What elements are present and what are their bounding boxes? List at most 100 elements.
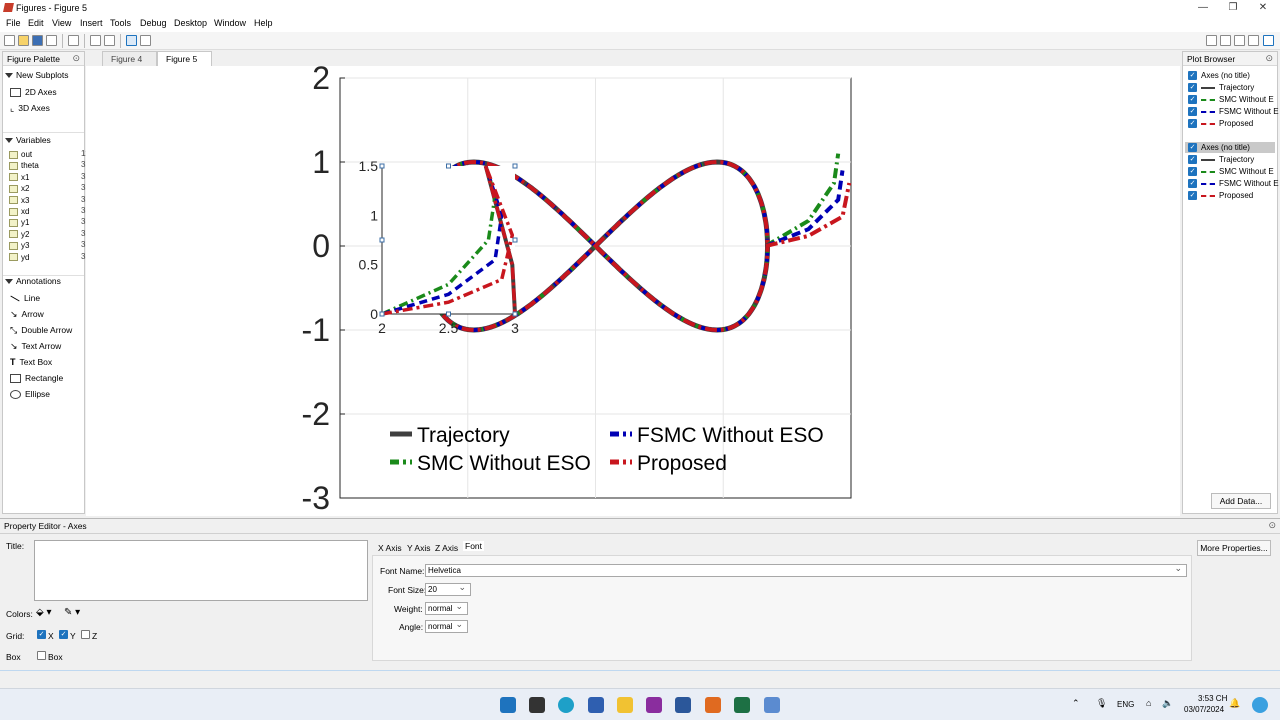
plot-browser-series[interactable]: ✓ SMC Without E (1188, 94, 1274, 105)
copilot-icon[interactable] (1252, 697, 1268, 713)
volume-icon[interactable]: 🔈 (1162, 698, 1173, 709)
menu-debug[interactable]: Debug (140, 18, 167, 28)
section-annotations[interactable]: Annotations (5, 276, 61, 288)
excel-icon[interactable] (734, 697, 750, 713)
panel-menu-icon[interactable]: ⊙ (72, 53, 80, 64)
annotation-text-arrow[interactable]: ↘ Text Arrow (10, 340, 61, 352)
split-horizontal-icon[interactable] (1234, 35, 1245, 46)
fill-color-icon[interactable]: ⬙ ▾ (36, 607, 52, 618)
print-icon[interactable] (46, 35, 57, 46)
clock-date[interactable]: 03/07/2024 (1184, 705, 1224, 714)
tile-icon[interactable] (1206, 35, 1217, 46)
selection-handle[interactable] (379, 163, 385, 169)
selection-handle[interactable] (512, 311, 518, 317)
plot-browser-series[interactable]: ✓ SMC Without E (1188, 166, 1274, 177)
axes-checkbox[interactable]: ✓ (1188, 143, 1197, 152)
variable-item[interactable]: x2 (9, 183, 29, 194)
series-checkbox[interactable]: ✓ (1188, 179, 1197, 188)
panel-menu-icon[interactable]: ⊙ (1268, 520, 1276, 531)
plot-browser-series[interactable]: ✓ Trajectory (1188, 154, 1254, 165)
variable-item[interactable]: xd (9, 206, 29, 217)
menu-desktop[interactable]: Desktop (174, 18, 207, 28)
menu-tools[interactable]: Tools (110, 18, 131, 28)
maximize-pane-icon[interactable] (1263, 35, 1274, 46)
plot-browser-series[interactable]: ✓ FSMC Without E (1188, 178, 1279, 189)
grid-x-checkbox[interactable]: ✓ (37, 630, 46, 639)
tab-x-axis[interactable]: X Axis (378, 543, 402, 553)
section-new-subplots[interactable]: New Subplots (5, 70, 68, 82)
variable-item[interactable]: out (9, 149, 32, 160)
variable-item[interactable]: theta (9, 160, 39, 171)
more-properties-button[interactable]: More Properties... (1197, 540, 1271, 556)
font-name-select[interactable]: Helvetica (425, 563, 1187, 577)
menu-help[interactable]: Help (254, 18, 273, 28)
annotation-rectangle[interactable]: Rectangle (10, 372, 63, 384)
series-checkbox[interactable]: ✓ (1188, 83, 1197, 92)
plot-browser-axes[interactable]: ✓ Axes (no title) (1188, 70, 1250, 81)
axes-checkbox[interactable]: ✓ (1188, 71, 1197, 80)
annotation-line[interactable]: Line (10, 292, 40, 304)
app-icon[interactable] (646, 697, 662, 713)
plot-browser-series[interactable]: ✓ Trajectory (1188, 82, 1254, 93)
selection-handle[interactable] (446, 311, 451, 317)
close-button[interactable]: ✕ (1248, 0, 1278, 16)
colorbar-icon[interactable] (90, 35, 101, 46)
task-view-icon[interactable] (529, 697, 545, 713)
plot-browser-series[interactable]: ✓ FSMC Without E (1188, 106, 1279, 117)
selection-handle[interactable] (446, 163, 451, 169)
series-checkbox[interactable]: ✓ (1188, 107, 1197, 116)
variable-item[interactable]: y1 (9, 217, 29, 228)
angle-select[interactable]: normal (425, 619, 468, 633)
figure-svg[interactable]: 210-1-2-31.510.502 2.5 3TrajectorySMC With… (86, 66, 1180, 516)
open-file-icon[interactable] (18, 35, 29, 46)
edge-browser-icon[interactable] (558, 697, 574, 713)
tab-y-axis[interactable]: Y Axis (407, 543, 430, 553)
notification-icon[interactable]: 🔔 (1229, 698, 1240, 709)
selection-handle[interactable] (379, 311, 385, 317)
annotation-double-arrow[interactable]: ⤡ Double Arrow (10, 324, 72, 336)
start-icon[interactable] (500, 697, 516, 713)
matlab-taskbar-icon[interactable] (705, 697, 721, 713)
float-icon[interactable] (1248, 35, 1259, 46)
tray-chevron-icon[interactable]: ⌃ (1072, 698, 1080, 709)
menu-insert[interactable]: Insert (80, 18, 103, 28)
series-checkbox[interactable]: ✓ (1188, 95, 1197, 104)
series-checkbox[interactable]: ✓ (1188, 167, 1197, 176)
clock-time[interactable]: 3:53 CH (1198, 694, 1227, 703)
panel-menu-icon[interactable]: ⊙ (1265, 53, 1273, 64)
grid-y-checkbox[interactable]: ✓ (59, 630, 68, 639)
restore-button[interactable]: ❐ (1218, 0, 1248, 16)
annotation-arrow[interactable]: ↘ Arrow (10, 308, 44, 320)
grid-z-checkbox[interactable] (81, 630, 90, 639)
link-plot-icon[interactable] (68, 35, 79, 46)
plot-browser-axes[interactable]: ✓ Axes (no title) (1185, 142, 1275, 153)
section-variables[interactable]: Variables (5, 135, 51, 147)
plot-browser-series[interactable]: ✓ Proposed (1188, 190, 1253, 201)
figure-canvas[interactable]: 2 1 0 -1 -2 -3 1.5 1 0.5 0 2 2.5 3 Trajectory SMC With… (86, 66, 1180, 516)
menu-window[interactable]: Window (214, 18, 246, 28)
language-indicator[interactable]: ENG (1117, 700, 1134, 709)
snipping-tool-icon[interactable] (764, 697, 780, 713)
add-data-button[interactable]: Add Data... (1211, 493, 1271, 509)
tab-figure-4[interactable]: Figure 4 ✕ (102, 51, 157, 74)
series-checkbox[interactable]: ✓ (1188, 119, 1197, 128)
tab-z-axis[interactable]: Z Axis (435, 543, 458, 553)
split-vertical-icon[interactable] (1220, 35, 1231, 46)
font-size-select[interactable]: 20 (425, 582, 471, 596)
series-checkbox[interactable]: ✓ (1188, 155, 1197, 164)
menu-view[interactable]: View (52, 18, 71, 28)
edit-plot-icon[interactable] (126, 35, 137, 46)
store-icon[interactable] (588, 697, 604, 713)
network-icon[interactable]: ⌂ (1146, 698, 1151, 708)
selection-handle[interactable] (512, 237, 518, 243)
annotation-ellipse[interactable]: Ellipse (10, 388, 50, 400)
tab-figure-5[interactable]: Figure 5 ✕ (157, 51, 212, 74)
annotation-text-box[interactable]: T Text Box (10, 356, 52, 368)
tab-font[interactable]: Font (463, 541, 485, 551)
selection-handle[interactable] (379, 237, 385, 243)
variable-item[interactable]: x3 (9, 195, 29, 206)
minimize-button[interactable]: — (1188, 0, 1218, 16)
selection-handle[interactable] (512, 163, 518, 169)
microphone-icon[interactable]: 🎙 (1096, 698, 1107, 709)
legend-icon[interactable] (104, 35, 115, 46)
